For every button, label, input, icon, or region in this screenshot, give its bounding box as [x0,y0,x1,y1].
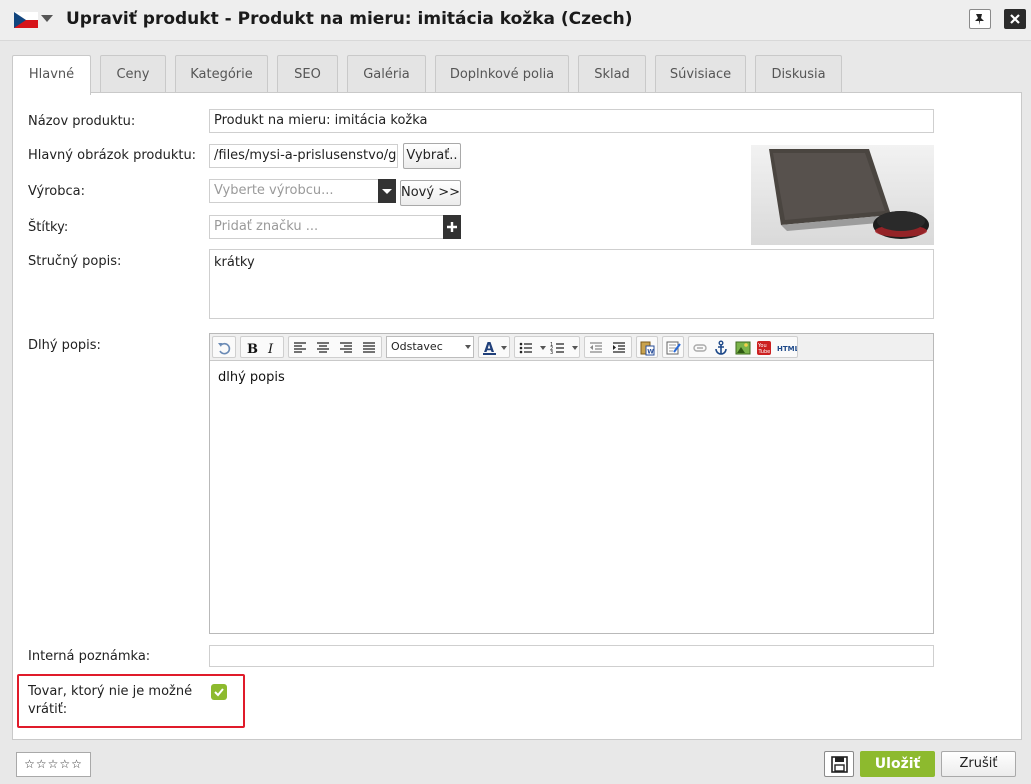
tab-sklad[interactable]: Sklad [578,55,646,93]
save-icon-button[interactable] [824,751,854,777]
list-group: 1 2 3 [514,336,580,358]
numbered-list-icon[interactable]: 1 2 3 [550,340,566,356]
tab-doplnkove-polia[interactable]: Doplnkové polia [435,55,569,93]
html-icon[interactable]: HTML [777,340,797,356]
nonreturnable-checkbox[interactable] [211,684,227,700]
tab-diskusia[interactable]: Diskusia [755,55,842,93]
align-justify-icon[interactable] [361,340,377,356]
long-description-label: Dlhý popis: [28,338,101,353]
text-style-group: B I [240,336,284,358]
paragraph-format-value: Odstavec [391,340,443,353]
tab-suvisiace[interactable]: Súvisiace [655,55,746,93]
paragraph-format-select[interactable]: Odstavec [386,336,474,358]
checkmark-icon [214,688,224,697]
undo-icon[interactable] [216,340,232,356]
floppy-disk-icon [831,756,848,773]
rich-text-editor: B I Odstavec A 1 2 3 W You Tube HTML dlh… [209,333,934,634]
chevron-down-icon[interactable] [501,346,507,350]
alignment-group [288,336,382,358]
tags-label: Štítky: [28,220,69,235]
bold-icon[interactable]: B [244,340,260,356]
product-name-label: Názov produktu: [28,114,136,129]
cancel-button[interactable]: Zrušiť [941,751,1016,777]
plus-icon [447,222,457,232]
short-description-textarea[interactable]: krátky [209,249,934,319]
long-description-content[interactable]: dlhý popis [218,370,285,385]
indent-icon[interactable] [611,340,627,356]
dialog-titlebar: Upraviť produkt - Produkt na mieru: imit… [0,0,1031,41]
internal-note-label: Interná poznámka: [28,649,151,664]
pin-button[interactable] [969,9,991,29]
text-color-icon[interactable]: A [482,340,498,356]
manufacturer-dropdown-toggle[interactable] [378,179,396,203]
rating-stars-button[interactable]: ☆☆☆☆☆ [16,752,91,777]
insert-group: You Tube HTML [688,336,798,358]
youtube-icon[interactable]: You Tube [756,340,772,356]
svg-text:I: I [267,342,274,356]
manufacturer-label: Výrobca: [28,184,85,199]
close-button[interactable] [1004,9,1026,29]
tab-seo[interactable]: SEO [277,55,338,93]
main-image-label: Hlavný obrázok produktu: [28,148,197,163]
image-icon[interactable] [735,340,751,356]
indent-group [584,336,632,358]
nonreturnable-label: Tovar, ktorý nie je možné vrátiť: [28,684,193,717]
italic-icon[interactable]: I [264,340,280,356]
add-tag-button[interactable] [443,215,461,239]
tab-ceny[interactable]: Ceny [100,55,166,93]
edit-group [662,336,684,358]
chevron-down-icon [382,189,392,194]
chevron-down-icon[interactable] [540,346,546,350]
product-name-input[interactable]: Produkt na mieru: imitácia kožka [209,109,934,133]
svg-text:3: 3 [550,350,553,356]
tab-galeria[interactable]: Galéria [347,55,426,93]
bulleted-list-icon[interactable] [518,340,534,356]
manufacturer-select[interactable]: Vyberte výrobcu... [209,179,379,203]
undo-group [212,336,236,358]
select-image-button[interactable]: Vybrať.. [403,143,461,169]
product-image-preview [751,145,934,245]
close-icon [1010,14,1020,24]
save-button[interactable]: Uložiť [860,751,935,777]
chevron-down-icon [465,345,471,349]
internal-note-input[interactable] [209,645,934,667]
paste-word-group: W [636,336,658,358]
tab-hlavne[interactable]: Hlavné [12,55,91,95]
editor-toolbar: B I Odstavec A 1 2 3 W You Tube HTML [210,334,933,361]
chevron-down-icon[interactable] [572,346,578,350]
svg-text:B: B [247,342,258,356]
edit-source-icon[interactable] [665,340,681,356]
main-image-path-input[interactable]: /files/mysi-a-prislusenstvo/ger [209,144,398,168]
svg-text:W: W [647,349,654,356]
align-right-icon[interactable] [338,340,354,356]
svg-text:HTML: HTML [777,345,797,353]
short-description-label: Stručný popis: [28,254,122,269]
tab-kategorie[interactable]: Kategórie [175,55,268,93]
paste-from-word-icon[interactable]: W [639,340,655,356]
czech-flag-icon[interactable] [14,12,38,28]
align-center-icon[interactable] [315,340,331,356]
align-left-icon[interactable] [292,340,308,356]
text-color-group: A [478,336,510,358]
language-dropdown-caret-icon[interactable] [41,15,53,22]
anchor-icon[interactable] [713,340,729,356]
pin-icon [975,14,984,25]
new-manufacturer-button[interactable]: Nový >> [400,180,461,206]
dialog-title: Upraviť produkt - Produkt na mieru: imit… [66,9,633,29]
svg-text:Tube: Tube [758,349,771,355]
tags-input[interactable]: Pridať značku ... [209,215,444,239]
link-icon[interactable] [692,340,708,356]
outdent-icon[interactable] [588,340,604,356]
